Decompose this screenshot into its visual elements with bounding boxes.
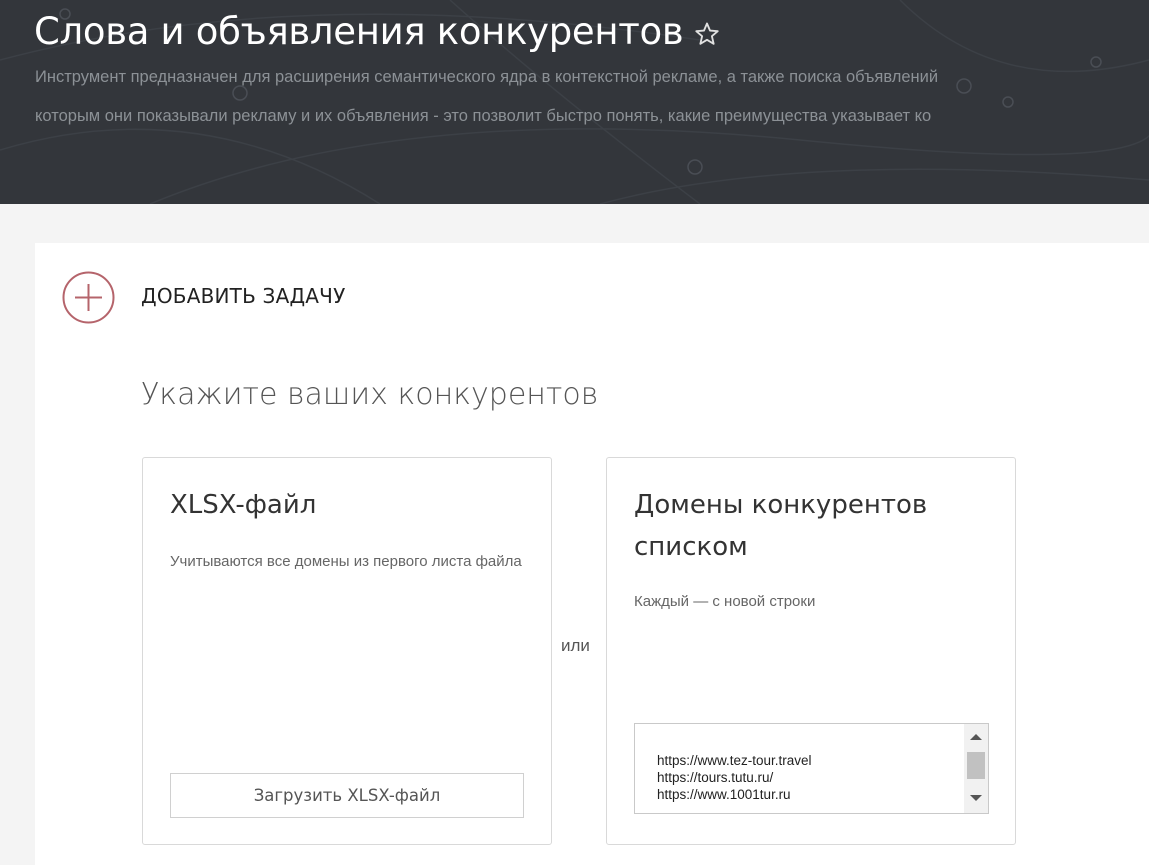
domains-panel-title: Домены конкурентов списком: [634, 490, 928, 562]
add-task-button[interactable]: ДОБАВИТЬ ЗАДАЧУ: [141, 284, 345, 308]
scroll-thumb[interactable]: [967, 752, 985, 779]
domain-line: https://tours.tutu.ru/: [657, 770, 774, 785]
favorite-star-icon[interactable]: [693, 20, 721, 48]
scroll-down-arrow-icon[interactable]: [970, 795, 982, 801]
page-header: Слова и объявления конкурентов Инструмен…: [0, 0, 1149, 204]
domains-list-panel: Домены конкурентов списком Каждый — с но…: [606, 457, 1016, 845]
domains-panel-description: Каждый — с новой строки: [634, 593, 816, 610]
xlsx-upload-panel: XLSX-файл Учитываются все домены из перв…: [142, 457, 552, 845]
domains-textarea-content: https://www.tez-tour.travel https://tour…: [657, 752, 812, 803]
page-description-line-1: Инструмент предназначен для расширения с…: [35, 68, 939, 86]
domain-line: https://www.tez-tour.travel: [657, 753, 812, 768]
upload-xlsx-button[interactable]: Загрузить XLSX-файл: [170, 773, 524, 818]
xlsx-panel-title: XLSX-файл: [170, 490, 317, 520]
page-description-line-2: которым они показывали рекламу и их объя…: [35, 107, 932, 125]
textarea-scrollbar[interactable]: [964, 724, 988, 813]
scroll-up-arrow-icon[interactable]: [970, 734, 982, 740]
page-title: Слова и объявления конкурентов: [34, 10, 684, 53]
domain-line: https://www.1001tur.ru: [657, 787, 791, 802]
xlsx-panel-description: Учитываются все домены из первого листа …: [170, 553, 522, 570]
or-separator: или: [561, 636, 590, 655]
section-title: Укажите ваших конкурентов: [141, 377, 599, 412]
domains-textarea[interactable]: https://www.tez-tour.travel https://tour…: [634, 723, 989, 814]
add-task-plus-icon[interactable]: [62, 271, 115, 324]
